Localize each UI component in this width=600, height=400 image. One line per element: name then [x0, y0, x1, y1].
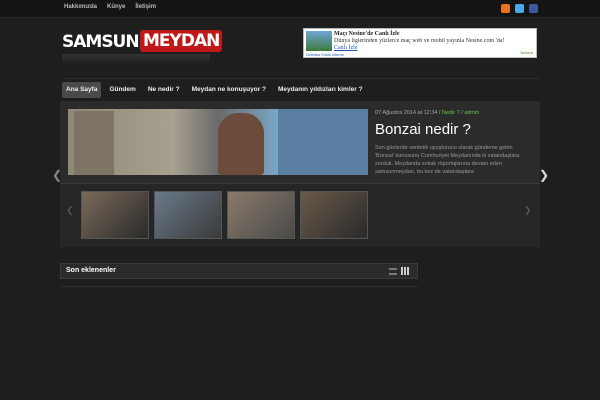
nav-agenda[interactable]: Gündem — [105, 82, 139, 98]
featured-slider: 07 Ağustos 2014 at 12:34 / Nedir ? / adm… — [60, 101, 540, 247]
rss-icon[interactable] — [501, 4, 510, 13]
slide-image-building-left — [74, 111, 114, 175]
top-bar: Hakkımızda Künye İletişim — [0, 0, 600, 18]
slide-date: 07 Ağustos 2014 at 12:34 — [375, 110, 438, 116]
ad-title: Maçı Nesine'de Canlı İzle — [334, 31, 400, 37]
list-view-icon[interactable] — [389, 268, 397, 275]
top-link-imprint[interactable]: Künye — [107, 4, 125, 10]
slider-thumbnails — [60, 183, 540, 247]
thumbnails-prev-icon[interactable]: ❮ — [66, 205, 74, 216]
ad-banner[interactable]: Maçı Nesine'de Canlı İzle Dünya liglerin… — [303, 28, 537, 58]
nav-home[interactable]: Ana Sayfa — [62, 82, 102, 98]
top-link-contact[interactable]: İletişim — [135, 4, 156, 10]
twitter-icon[interactable] — [515, 4, 524, 13]
section-title: Son eklenenler — [66, 267, 116, 274]
ad-text: Dünya liglerinden yüzlerce maç web ve mo… — [334, 38, 505, 44]
slide-category-link[interactable]: Nedir ? — [442, 110, 460, 116]
top-navigation: Hakkımızda Künye İletişim — [64, 4, 156, 10]
ad-link[interactable]: Canlı İzle — [334, 45, 358, 51]
facebook-icon[interactable] — [529, 4, 538, 13]
slide-image[interactable] — [68, 109, 368, 175]
thumbnail-2[interactable] — [154, 191, 222, 239]
nav-square-talks[interactable]: Meydan ne konuşuyor ? — [188, 82, 270, 98]
ad-small-text: Ücretsiz Canlı İzleme — [306, 52, 344, 57]
logo-meydan: MEYDAN — [140, 30, 223, 52]
slide-excerpt: Son günlerde sentetik uyuşturucu olarak … — [375, 145, 520, 174]
thumbnail-3[interactable] — [227, 191, 295, 239]
nav-square-stars[interactable]: Meydanın yıldızları kimler ? — [274, 82, 367, 98]
logo-samsun: SAMSUN — [62, 32, 140, 52]
ad-brand: Nesine — [520, 50, 533, 55]
thumbnails-next-icon[interactable]: ❯ — [524, 205, 532, 216]
slide-author-link[interactable]: admin — [464, 110, 479, 116]
divider — [60, 286, 418, 287]
thumbnail-1[interactable] — [81, 191, 149, 239]
grid-view-icon[interactable] — [401, 267, 409, 275]
thumbnail-4[interactable] — [300, 191, 368, 239]
slide-image-building-right — [278, 109, 368, 175]
chevron-left-icon[interactable]: ❮ — [52, 168, 62, 182]
top-link-about[interactable]: Hakkımızda — [64, 4, 97, 10]
slide-image-person — [218, 113, 264, 175]
chevron-right-icon[interactable]: ❯ — [539, 168, 549, 182]
site-logo[interactable]: SAMSUN MEYDAN — [62, 30, 223, 66]
nav-what-is[interactable]: Ne nedir ? — [144, 82, 184, 98]
slide-title[interactable]: Bonzai nedir ? — [375, 121, 471, 138]
ad-thumbnail — [306, 31, 332, 51]
slide-meta: 07 Ağustos 2014 at 12:34 / Nedir ? / adm… — [375, 110, 479, 116]
logo-reflection — [62, 54, 210, 64]
social-links — [501, 4, 538, 13]
latest-section-header: Son eklenenler — [60, 263, 418, 279]
main-navigation: Ana Sayfa Gündem Ne nedir ? Meydan ne ko… — [62, 78, 540, 100]
